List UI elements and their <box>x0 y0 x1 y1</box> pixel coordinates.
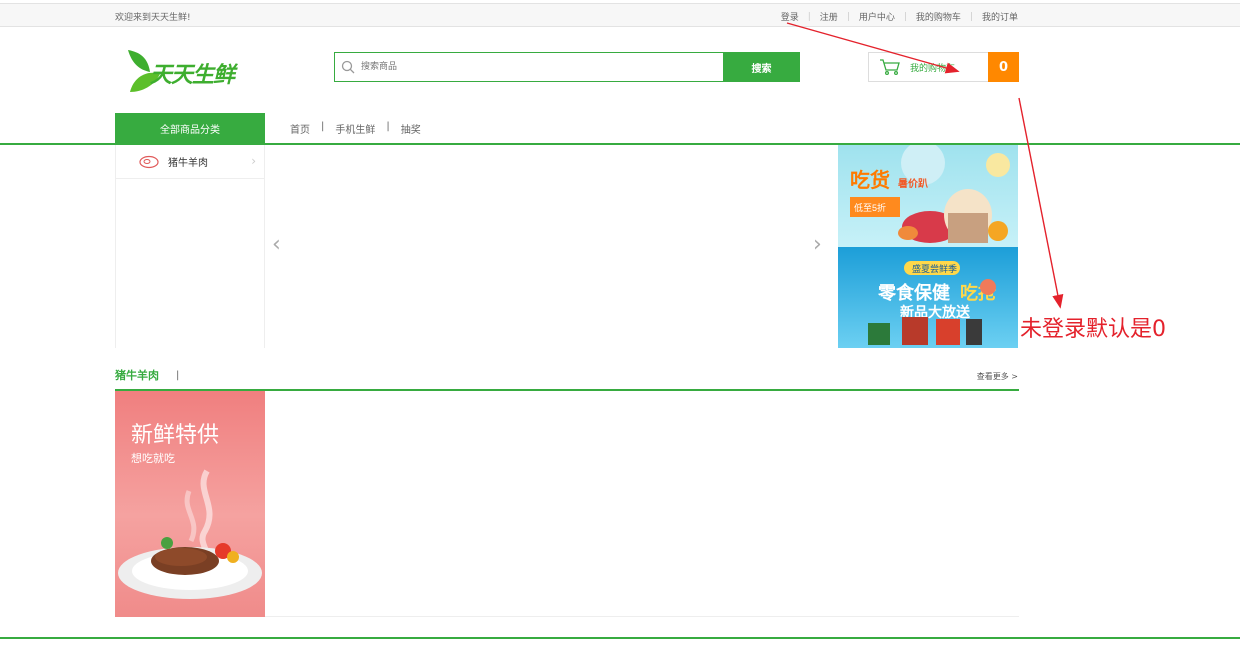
separator: | <box>386 121 390 132</box>
nav-item-mobile-fresh[interactable]: 手机生鲜 <box>335 121 375 136</box>
my-cart-link[interactable]: 我的购物车 <box>916 10 961 23</box>
logo-text[interactable]: 天天生鲜 <box>150 57 235 89</box>
footer-divider <box>0 637 1240 639</box>
shopping-cart-icon <box>880 59 900 76</box>
separator: | <box>846 11 850 22</box>
user-center-link[interactable]: 用户中心 <box>859 10 895 23</box>
svg-text:零食保健: 零食保健 <box>877 282 950 303</box>
search-button[interactable]: 搜索 <box>723 52 800 82</box>
promo-ad-bottom[interactable]: 盛夏尝鲜季 零食保健 吃抢 新品大放送 <box>838 247 1018 348</box>
svg-text:盛夏尝鲜季: 盛夏尝鲜季 <box>912 263 957 274</box>
svg-text:暑价趴: 暑价趴 <box>898 178 928 190</box>
top-bar: 欢迎来到天天生鲜! 登录 | 注册 | 用户中心 | 我的购物车 | 我的订单 <box>0 3 1240 27</box>
section-banner[interactable]: 新鲜特供 想吃就吃 <box>115 391 265 617</box>
category-label: 猪牛羊肉 <box>168 158 208 169</box>
separator: | <box>321 121 325 132</box>
steak-plate-image <box>118 469 262 599</box>
slider-prev-arrow-icon[interactable]: ‹ <box>272 232 281 257</box>
register-link[interactable]: 注册 <box>820 10 838 23</box>
annotation-text: 未登录默认是0 <box>1020 317 1166 342</box>
nav-item-home[interactable]: 首页 <box>290 121 310 136</box>
main-nav: 首页 | 手机生鲜 | 抽奖 <box>290 121 421 136</box>
search-bar: 搜索 <box>334 52 800 82</box>
category-menu: 猪牛羊肉 › <box>115 145 265 348</box>
search-icon <box>335 53 361 81</box>
separator: | <box>969 11 973 22</box>
meat-icon <box>139 155 159 168</box>
all-categories-button[interactable]: 全部商品分类 <box>115 113 265 144</box>
svg-text:低至5折: 低至5折 <box>854 202 886 213</box>
cart-button[interactable]: 我的购物车 0 <box>868 52 1019 82</box>
nav-item-lottery[interactable]: 抽奖 <box>401 121 421 136</box>
chevron-right-icon: › <box>251 154 256 168</box>
login-link[interactable]: 登录 <box>781 10 799 23</box>
cart-label: 我的购物车 <box>910 63 956 74</box>
cart-count-badge: 0 <box>988 52 1019 82</box>
promo-ad-top-image: 吃货 暑价趴 低至5折 <box>850 145 1010 243</box>
view-more-link[interactable]: 查看更多 > <box>977 371 1018 382</box>
svg-text:吃货: 吃货 <box>850 168 890 192</box>
section-title[interactable]: 猪牛羊肉 <box>115 367 159 383</box>
category-item-meat[interactable]: 猪牛羊肉 › <box>116 145 264 179</box>
promo-ad-bottom-image: 盛夏尝鲜季 零食保健 吃抢 新品大放送 <box>868 261 997 345</box>
separator: | <box>903 11 907 22</box>
my-orders-link[interactable]: 我的订单 <box>982 10 1018 23</box>
separator: | <box>176 370 180 381</box>
slider-next-arrow-icon[interactable]: › <box>813 232 822 257</box>
welcome-text: 欢迎来到天天生鲜! <box>115 13 191 23</box>
separator: | <box>807 11 811 22</box>
top-links: 登录 | 注册 | 用户中心 | 我的购物车 | 我的订单 <box>781 10 1018 24</box>
promo-ad-top[interactable]: 吃货 暑价趴 低至5折 <box>838 145 1018 247</box>
